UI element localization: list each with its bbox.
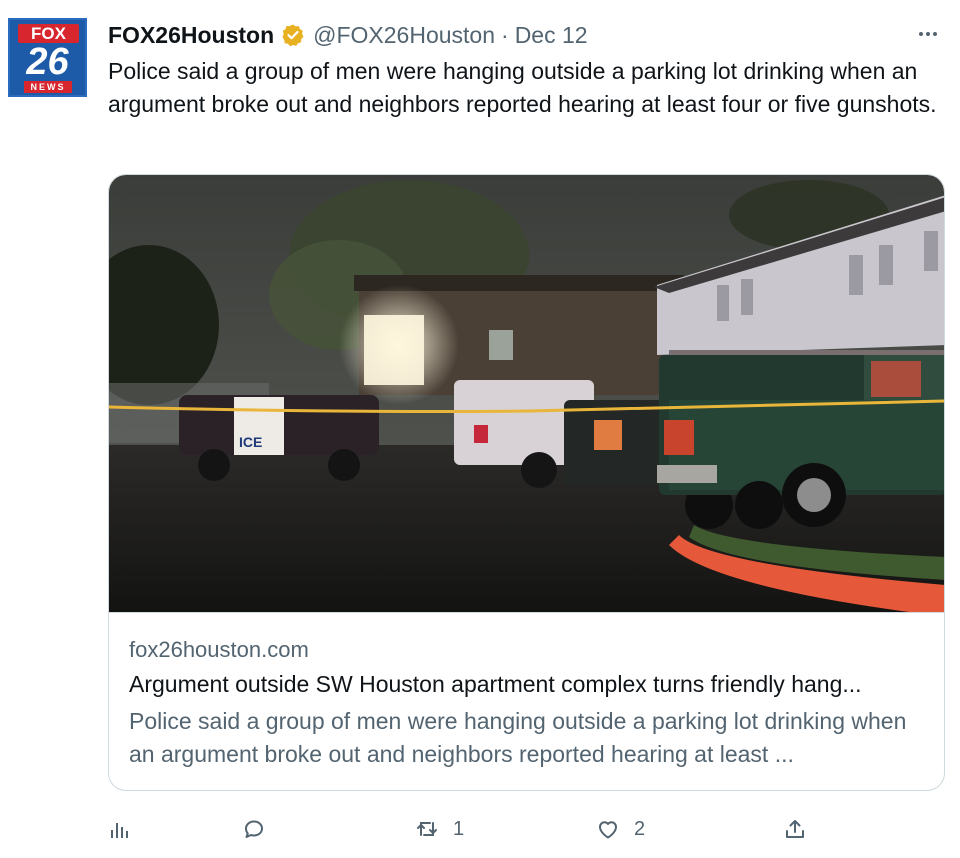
card-image[interactable]: ICE <box>109 175 944 612</box>
like-count: 2 <box>634 817 646 840</box>
like-button[interactable]: 2 <box>596 812 645 846</box>
tweet-date[interactable]: Dec 12 <box>515 22 588 49</box>
police-car-lettering: ICE <box>239 434 262 450</box>
more-options-icon[interactable] <box>914 20 942 48</box>
reply-bubble-icon <box>245 820 263 838</box>
tweet-actions: 1 2 <box>108 812 808 846</box>
reply-button[interactable] <box>242 812 266 846</box>
views-button[interactable] <box>108 812 132 846</box>
avatar-news-label: NEWS <box>24 81 72 93</box>
header-separator: · <box>501 21 509 48</box>
link-card[interactable]: ICE fox26houston.com Argument outside SW… <box>108 174 945 791</box>
card-description: Police said a group of men were hanging … <box>129 708 907 767</box>
retweet-icon <box>417 822 437 836</box>
night-parking-lot-photo: ICE <box>109 175 944 612</box>
tweet-text: Police said a group of men were hanging … <box>108 58 937 117</box>
account-name[interactable]: FOX26Houston <box>108 22 274 49</box>
share-upload-icon <box>786 820 804 838</box>
card-domain: fox26houston.com <box>129 637 309 662</box>
bar-chart-icon <box>111 823 128 838</box>
retweet-count: 1 <box>453 817 465 840</box>
account-handle[interactable]: @FOX26Houston <box>313 22 495 49</box>
tweet-header: FOX26Houston @FOX26Houston · Dec 12 <box>108 20 588 50</box>
avatar-number: 26 <box>26 41 69 83</box>
card-body[interactable]: fox26houston.com Argument outside SW Hou… <box>109 612 944 767</box>
card-title[interactable]: Argument outside SW Houston apartment co… <box>129 671 929 698</box>
verified-badge-icon[interactable] <box>281 23 305 47</box>
share-button[interactable] <box>783 812 807 846</box>
heart-icon <box>599 821 617 839</box>
avatar[interactable]: FOX 26 NEWS <box>8 18 87 97</box>
retweet-button[interactable]: 1 <box>415 812 464 846</box>
